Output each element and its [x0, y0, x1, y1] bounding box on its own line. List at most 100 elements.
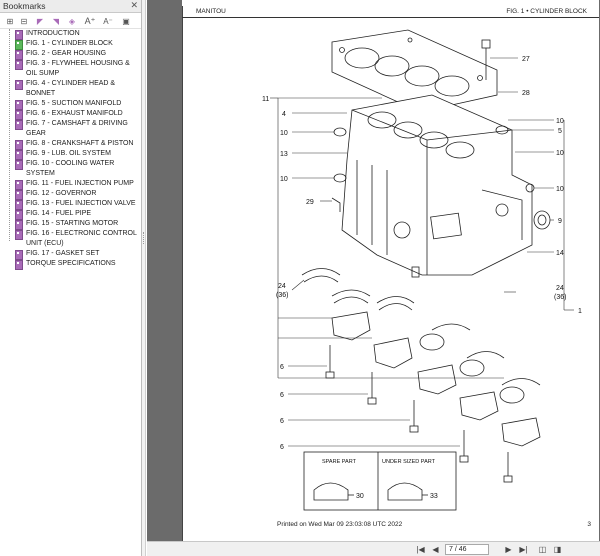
- bookmark-item[interactable]: FIG. 6 - EXHAUST MANIFOLD: [0, 109, 141, 120]
- document-viewport: MANITOU FIG. 1 • CYLINDER BLOCK 27 28 11…: [147, 0, 600, 541]
- bearing-caps: [331, 311, 541, 447]
- bookmark-item[interactable]: FIG. 11 - FUEL INJECTION PUMP: [0, 179, 141, 190]
- bookmark-label: FIG. 17 - GASKET SET: [26, 250, 100, 257]
- bookmark-item[interactable]: FIG. 2 - GEAR HOUSING: [0, 49, 141, 60]
- bookmark-options-icon[interactable]: ▣: [120, 15, 132, 27]
- bookmark-label: TORQUE SPECIFICATIONS: [26, 260, 116, 267]
- callout-6-b: 6: [280, 392, 284, 399]
- bookmark-item[interactable]: INTRODUCTION: [0, 29, 141, 40]
- bookmark-icon: [15, 60, 23, 70]
- bookmark-label: FIG. 14 - FUEL PIPE: [26, 210, 92, 217]
- callout-36-right: (36): [554, 294, 566, 301]
- bookmarks-title: Bookmarks: [3, 1, 46, 11]
- callout-28: 28: [522, 90, 530, 97]
- bookmarks-toolbar: ⊞ ⊟ ◤ ◥ ◈ A⁺ A⁻ ▣: [0, 13, 141, 29]
- callout-6-c: 6: [280, 418, 284, 425]
- bookmark-label: FIG. 11 - FUEL INJECTION PUMP: [26, 180, 134, 187]
- bookmark-item[interactable]: FIG. 8 - CRANKSHAFT & PISTON: [0, 139, 141, 150]
- bookmark-next-icon[interactable]: ◥: [50, 15, 62, 27]
- callout-29: 29: [306, 199, 314, 206]
- page-number-input[interactable]: 7 / 46: [445, 544, 489, 555]
- callout-5: 5: [558, 128, 562, 135]
- bookmark-goto-icon[interactable]: ◈: [66, 15, 78, 27]
- bookmark-icon: [15, 250, 23, 260]
- pdf-page: MANITOU FIG. 1 • CYLINDER BLOCK 27 28 11…: [182, 0, 599, 541]
- bookmark-icon: [15, 230, 23, 240]
- next-page-button[interactable]: ▶: [503, 544, 514, 555]
- bookmarks-panel: Bookmarks ✕ ⊞ ⊟ ◤ ◥ ◈ A⁺ A⁻ ▣ INTRODUCTI…: [0, 0, 142, 556]
- page-navigation-bar: |◀ ◀ 7 / 46 ▶ ▶| ◫ ◨: [147, 541, 600, 556]
- bookmarks-header: Bookmarks ✕: [0, 0, 141, 13]
- font-smaller-icon[interactable]: A⁻: [102, 15, 114, 27]
- bookmark-item[interactable]: FIG. 5 - SUCTION MANIFOLD: [0, 99, 141, 110]
- panel-splitter[interactable]: [142, 0, 146, 556]
- callout-10-c: 10: [556, 118, 564, 125]
- bookmark-item[interactable]: FIG. 3 - FLYWHEEL HOUSING & OIL SUMP: [0, 59, 141, 79]
- bookmark-label: FIG. 8 - CRANKSHAFT & PISTON: [26, 140, 134, 147]
- callout-6-d: 6: [280, 444, 284, 451]
- bookmark-item[interactable]: FIG. 9 - LUB. OIL SYSTEM: [0, 149, 141, 160]
- spare-part-label: SPARE PART: [322, 459, 357, 465]
- bookmark-icon: [15, 50, 23, 60]
- bookmark-item[interactable]: FIG. 7 - CAMSHAFT & DRIVING GEAR: [0, 119, 141, 139]
- bookmark-label: FIG. 3 - FLYWHEEL HOUSING & OIL SUMP: [26, 60, 130, 77]
- bookmark-item[interactable]: FIG. 4 - CYLINDER HEAD & BONNET: [0, 79, 141, 99]
- bookmark-label: FIG. 1 - CYLINDER BLOCK: [26, 40, 113, 47]
- splitter-grip[interactable]: [143, 232, 145, 244]
- bookmark-icon: [15, 80, 23, 90]
- bookmark-icon: [15, 140, 23, 150]
- callout-30: 30: [356, 493, 364, 500]
- font-larger-icon[interactable]: A⁺: [84, 15, 96, 27]
- bookmark-label: FIG. 7 - CAMSHAFT & DRIVING GEAR: [26, 120, 128, 137]
- last-page-button[interactable]: ▶|: [518, 544, 529, 555]
- bookmark-icon: [15, 220, 23, 230]
- bookmark-icon: [15, 150, 23, 160]
- callout-1: 1: [578, 308, 582, 315]
- callout-33: 33: [430, 493, 438, 500]
- callout-10-d: 10: [556, 150, 564, 157]
- bookmark-icon: [15, 190, 23, 200]
- callout-13: 13: [280, 151, 288, 158]
- bookmark-item[interactable]: FIG. 13 - FUEL INJECTION VALVE: [0, 199, 141, 210]
- page-layout-icon[interactable]: ◨: [552, 544, 563, 555]
- bookmark-icon: [15, 160, 23, 170]
- bookmark-icon: [15, 260, 23, 270]
- bookmark-label: FIG. 5 - SUCTION MANIFOLD: [26, 100, 122, 107]
- callout-24-left: 24: [278, 283, 286, 290]
- bookmark-label: FIG. 13 - FUEL INJECTION VALVE: [26, 200, 136, 207]
- bookmark-item[interactable]: FIG. 17 - GASKET SET: [0, 249, 141, 260]
- page-number: 3: [587, 521, 591, 528]
- prev-page-button[interactable]: ◀: [430, 544, 441, 555]
- bookmark-icon: [15, 210, 23, 220]
- bookmark-label: FIG. 10 - COOLING WATER SYSTEM: [26, 160, 115, 177]
- bookmark-item[interactable]: FIG. 1 - CYLINDER BLOCK: [0, 39, 141, 50]
- bookmark-icon: [15, 180, 23, 190]
- bookmark-item[interactable]: FIG. 10 - COOLING WATER SYSTEM: [0, 159, 141, 179]
- collapse-all-icon[interactable]: ⊟: [18, 15, 30, 27]
- close-icon[interactable]: ✕: [130, 0, 138, 11]
- expand-all-icon[interactable]: ⊞: [4, 15, 16, 27]
- bookmark-icon: [15, 30, 23, 40]
- first-page-button[interactable]: |◀: [415, 544, 426, 555]
- bookmark-icon: [15, 110, 23, 120]
- bookmark-item[interactable]: FIG. 14 - FUEL PIPE: [0, 209, 141, 220]
- bookmark-item[interactable]: FIG. 16 - ELECTRONIC CONTROL UNIT (ECU): [0, 229, 141, 249]
- callout-10-a: 10: [280, 130, 288, 137]
- bookmark-item[interactable]: FIG. 12 - GOVERNOR: [0, 189, 141, 200]
- callout-10-e: 10: [556, 186, 564, 193]
- bookmark-label: FIG. 6 - EXHAUST MANIFOLD: [26, 110, 123, 117]
- bookmark-label: FIG. 12 - GOVERNOR: [26, 190, 97, 197]
- callout-11: 11: [262, 96, 269, 103]
- bookmark-item[interactable]: FIG. 15 - STARTING MOTOR: [0, 219, 141, 230]
- bookmark-prev-icon[interactable]: ◤: [34, 15, 46, 27]
- view-mode-icon[interactable]: ◫: [537, 544, 548, 555]
- parts-diagram: 27 28 11 4 10 13 10 29 10 5 10 10 9 14 2…: [262, 29, 582, 511]
- bookmark-label: FIG. 2 - GEAR HOUSING: [26, 50, 107, 57]
- plug-middle: [333, 173, 347, 183]
- callout-14: 14: [556, 250, 564, 257]
- bookmark-item[interactable]: TORQUE SPECIFICATIONS: [0, 259, 141, 270]
- bookmark-icon: [15, 40, 23, 50]
- bookmark-list: INTRODUCTION FIG. 1 - CYLINDER BLOCK FIG. …: [0, 29, 141, 270]
- bookmark-label: FIG. 15 - STARTING MOTOR: [26, 220, 119, 227]
- dowel-pin: [331, 197, 341, 212]
